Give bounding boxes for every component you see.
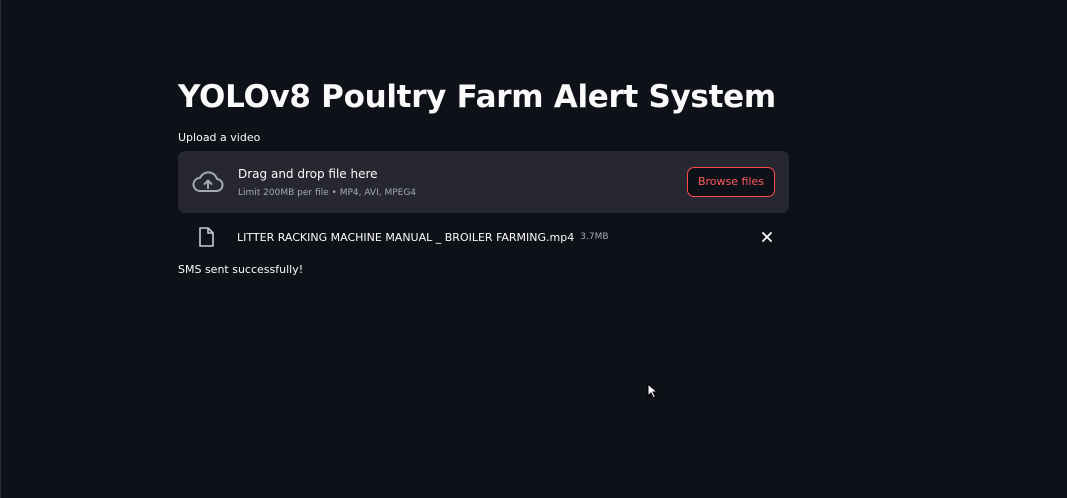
dropzone-title: Drag and drop file here xyxy=(238,166,378,181)
status-message: SMS sent successfully! xyxy=(178,263,304,276)
dropzone-text: Drag and drop file here Limit 200MB per … xyxy=(238,166,687,199)
app-window: YOLOv8 Poultry Farm Alert System Upload … xyxy=(0,0,1067,498)
upload-label: Upload a video xyxy=(178,131,261,144)
uploaded-file-row: LITTER RACKING MACHINE MANUAL _ BROILER … xyxy=(178,225,789,249)
dropzone-limit: Limit 200MB per file • MP4, AVI, MPEG4 xyxy=(238,187,417,198)
cloud-upload-icon xyxy=(192,169,224,195)
file-icon xyxy=(198,227,216,247)
close-icon[interactable] xyxy=(759,229,775,245)
uploaded-file-name: LITTER RACKING MACHINE MANUAL _ BROILER … xyxy=(237,230,575,244)
browse-files-button[interactable]: Browse files xyxy=(686,167,775,197)
file-dropzone[interactable]: Drag and drop file here Limit 200MB per … xyxy=(178,151,789,213)
uploaded-file-size: 3.7MB xyxy=(580,232,609,242)
page-title: YOLOv8 Poultry Farm Alert System xyxy=(178,79,776,115)
mouse-cursor-icon xyxy=(647,382,659,399)
main-content: YOLOv8 Poultry Farm Alert System Upload … xyxy=(178,72,789,278)
